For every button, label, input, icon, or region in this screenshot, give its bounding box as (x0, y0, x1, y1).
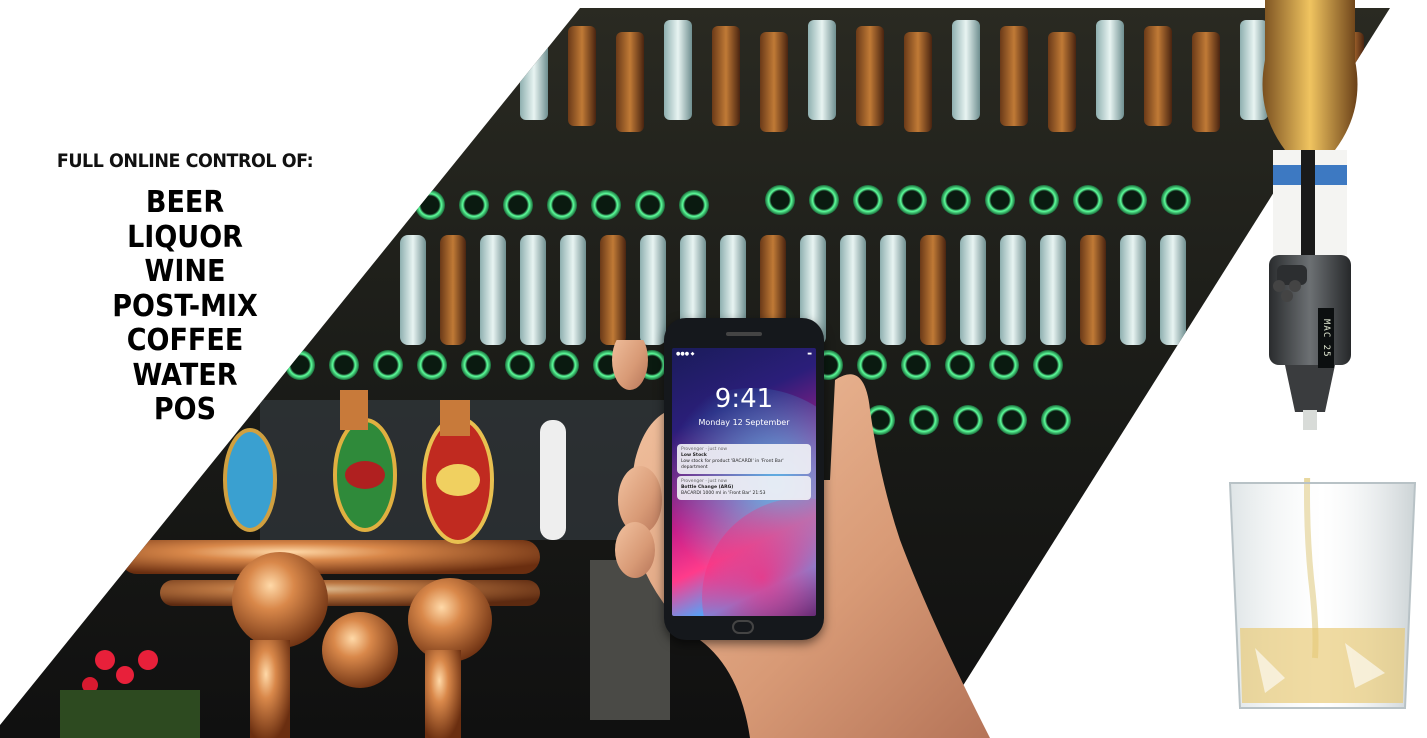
optic-led-ring (1117, 185, 1147, 215)
liquor-bottle (560, 235, 586, 345)
lockscreen-time: 9:41 (714, 384, 774, 414)
optic-led-ring (547, 190, 577, 220)
liquor-bottle (880, 235, 906, 345)
liquor-bottle (568, 26, 596, 126)
banner: FULL ONLINE CONTROL OF: BEER LIQUOR WINE… (0, 0, 1427, 738)
liquor-bottle (664, 20, 692, 120)
optic-led-ring (1161, 185, 1191, 215)
liquor-bottle (520, 20, 548, 120)
optic-led-ring (329, 350, 359, 380)
liquor-bottle (480, 235, 506, 345)
optic-led-ring (1033, 350, 1063, 380)
optic-led-ring (415, 190, 445, 220)
liquor-bottle (856, 26, 884, 126)
liquor-bottle (1120, 235, 1146, 345)
optic-led-ring (461, 350, 491, 380)
liquor-bottle (808, 20, 836, 120)
optic-led-ring (635, 190, 665, 220)
optic-led-ring (765, 185, 795, 215)
optic-led-ring (285, 350, 315, 380)
optic-led-ring (549, 350, 579, 380)
liquor-bottle (1048, 32, 1076, 132)
optic-led-ring (897, 185, 927, 215)
optic-led-ring (985, 185, 1015, 215)
lockscreen-date: Monday 12 September (698, 418, 790, 427)
liquor-bottle (1000, 235, 1026, 345)
notification-low-stock[interactable]: Provenger · just now Low Stock Low stock… (677, 444, 811, 474)
optic-led-ring (809, 185, 839, 215)
dispenser-display: MAC 25 (1318, 308, 1334, 368)
optic-led-ring (373, 350, 403, 380)
optic-led-ring (505, 350, 535, 380)
optic-led-ring (1029, 185, 1059, 215)
optic-led-ring (591, 190, 621, 220)
liquor-bottle (1144, 26, 1172, 126)
liquor-bottle (904, 32, 932, 132)
glass-pour-photo (1228, 478, 1417, 709)
optic-led-ring (503, 190, 533, 220)
notification-bottle-change[interactable]: Provenger · just now Bottle Change (ARG)… (677, 476, 811, 500)
optic-led-ring (1073, 185, 1103, 215)
liquor-bottle (1000, 26, 1028, 126)
optic-led-ring (459, 190, 489, 220)
liquor-bottle (920, 235, 946, 345)
liquor-bottle (616, 32, 644, 132)
liquor-bottle (1040, 235, 1066, 345)
liquor-bottle (600, 235, 626, 345)
liquor-bottle (520, 235, 546, 345)
liquor-bottle (960, 235, 986, 345)
optic-led-ring (997, 405, 1027, 435)
phone-home-button[interactable] (732, 620, 754, 634)
optic-led-ring (679, 190, 709, 220)
liquor-bottle (840, 235, 866, 345)
optic-led-ring (941, 185, 971, 215)
liquor-bottle (952, 20, 980, 120)
liquor-bottle (1160, 235, 1186, 345)
smart-pourer-dispenser-photo (1262, 0, 1358, 430)
liquor-bottle (400, 235, 426, 345)
liquor-bottle (1192, 32, 1220, 132)
liquor-bottle (640, 235, 666, 345)
smartphone: ●●● ◆ ▬ 9:41 Monday 12 September Proveng… (664, 318, 824, 640)
phone-status-bar: ●●● ◆ ▬ (676, 351, 812, 357)
notification-body: BACARDI 1000 ml in 'Front Bar' 21:53 (681, 491, 766, 496)
liquor-bottle (712, 26, 740, 126)
liquor-bottle (440, 235, 466, 345)
liquor-bottle (1096, 20, 1124, 120)
signal-icon: ●●● ◆ (676, 351, 695, 357)
optic-led-ring (853, 185, 883, 215)
battery-icon: ▬ (807, 351, 812, 357)
phone-lockscreen[interactable]: ●●● ◆ ▬ 9:41 Monday 12 September Proveng… (672, 348, 816, 616)
optic-led-ring (417, 350, 447, 380)
liquor-bottle (1080, 235, 1106, 345)
notification-body: Low stock for product 'BACARDI' in 'Fron… (681, 459, 784, 470)
optic-led-ring (1041, 405, 1071, 435)
phone-speaker (726, 332, 762, 336)
liquor-bottle (760, 32, 788, 132)
